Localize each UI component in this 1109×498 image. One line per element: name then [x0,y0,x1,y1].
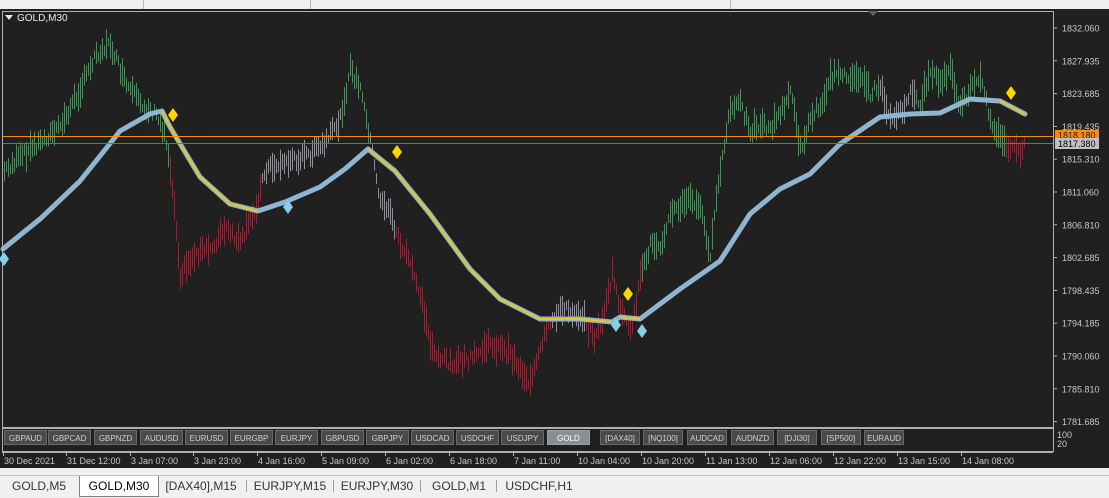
time-tick-label: 11 Jan 13:00 [706,456,757,466]
price-chart[interactable]: 1832.0601827.9351823.6851819.4351815.310… [0,9,1109,468]
tab-separator [420,480,421,492]
symbol-button-eurjpy[interactable]: EURJPY [275,430,318,445]
time-tick-label: 30 Dec 2021 [4,456,55,466]
symbol-button-eurusd[interactable]: EURUSD [185,430,228,445]
time-tick-label: 14 Jan 08:00 [962,456,1014,466]
symbol-button-euraud[interactable]: EURAUD [864,430,904,445]
time-tick-label: 10 Jan 20:00 [642,456,694,466]
top-toolbar-strip [0,0,1109,9]
time-tick-label: 6 Jan 02:00 [386,456,433,466]
chart-tab-usdchf-h1[interactable]: USDCHF,H1 [500,477,578,495]
chart-symbol-label[interactable]: GOLD,M30 [5,13,68,24]
chart-tab-dax40-m15[interactable]: [DAX40],M15 [158,477,244,495]
toolbar-separator [143,0,144,9]
symbol-button-dax40[interactable]: [DAX40] [600,430,640,445]
time-tick-label: 12 Jan 22:00 [834,456,886,466]
chart-tab-gold-m30[interactable]: GOLD,M30 [79,476,159,497]
indicator-scale-bottom: 20 [1057,439,1067,449]
price-tick-label: 1827.935 [1062,56,1100,66]
time-tick-label: 3 Jan 23:00 [194,456,241,466]
symbol-button-sp500[interactable]: [SP500] [821,430,861,445]
chart-tab-eurjpy-m30[interactable]: EURJPY,M30 [336,477,418,495]
symbol-button-gbpjpy[interactable]: GBPJPY [366,430,409,445]
chart-tab-eurjpy-m15[interactable]: EURJPY,M15 [249,477,331,495]
chart-tab-gold-m5[interactable]: GOLD,M5 [4,477,74,495]
time-tick-label: 31 Dec 12:00 [67,456,121,466]
symbol-button-eurgbp[interactable]: EURGBP [230,430,273,445]
symbol-button-gbpaud[interactable]: GBPAUD [4,430,47,445]
symbol-button-usdchf[interactable]: USDCHF [456,430,499,445]
time-tick-label: 4 Jan 16:00 [258,456,305,466]
price-tick-label: 1806.810 [1062,220,1100,230]
time-tick-label: 7 Jan 11:00 [514,456,560,466]
time-tick-label: 3 Jan 07:00 [131,456,178,466]
time-tick-label: 10 Jan 04:00 [578,456,630,466]
time-tick-label: 6 Jan 18:00 [450,456,497,466]
symbol-button-audcad[interactable]: AUDCAD [687,430,727,445]
price-tick-label: 1790.060 [1062,352,1100,362]
toolbar-separator [310,0,311,9]
chart-tab-bar: GOLD,M5 GOLD,M30 [DAX40],M15 EURJPY,M15 EURJ… [0,475,1109,498]
time-tick-label: 12 Jan 06:00 [770,456,822,466]
symbol-button-audnzd[interactable]: AUDNZD [731,430,774,445]
price-tick-label: 1832.060 [1062,24,1100,34]
dropdown-triangle-icon [5,15,13,20]
toolbar-separator [730,0,731,9]
tab-separator [333,480,334,492]
symbol-button-nq100[interactable]: [NQ100] [643,430,683,445]
symbol-button-dji30[interactable]: [DJI30] [777,430,817,445]
price-tick-label: 1794.185 [1062,319,1100,329]
symbol-button-gbpnzd[interactable]: GBPNZD [94,430,137,445]
chart-symbol-text: GOLD,M30 [17,13,68,24]
tab-separator [246,480,247,492]
price-tick-label: 1815.310 [1062,155,1100,165]
symbol-button-audusd[interactable]: AUDUSD [140,430,183,445]
time-tick-label: 13 Jan 15:00 [898,456,950,466]
price-tick-label: 1811.060 [1062,188,1099,198]
price-tick-label: 1785.810 [1062,384,1100,394]
symbol-button-usdjpy[interactable]: USDJPY [501,430,544,445]
price-tick-label: 1781.685 [1062,417,1100,427]
symbol-button-usdcad[interactable]: USDCAD [411,430,454,445]
time-tick-label: 5 Jan 09:00 [322,456,369,466]
symbol-button-gold[interactable]: GOLD [547,430,590,445]
price-tick-label: 1798.435 [1062,286,1100,296]
chart-window[interactable]: 1832.060 1827.935 1823.685 1819.435 1815.310… [0,9,1109,468]
price-tick-label: 1802.685 [1062,253,1100,263]
tab-separator [496,480,497,492]
symbol-button-gbpcad[interactable]: GBPCAD [48,430,91,445]
symbol-button-gbpusd[interactable]: GBPUSD [321,430,364,445]
current-price-label: 1817.380 [1058,139,1096,149]
chart-tab-gold-m1[interactable]: GOLD,M1 [424,477,494,495]
price-tick-label: 1823.685 [1062,89,1100,99]
